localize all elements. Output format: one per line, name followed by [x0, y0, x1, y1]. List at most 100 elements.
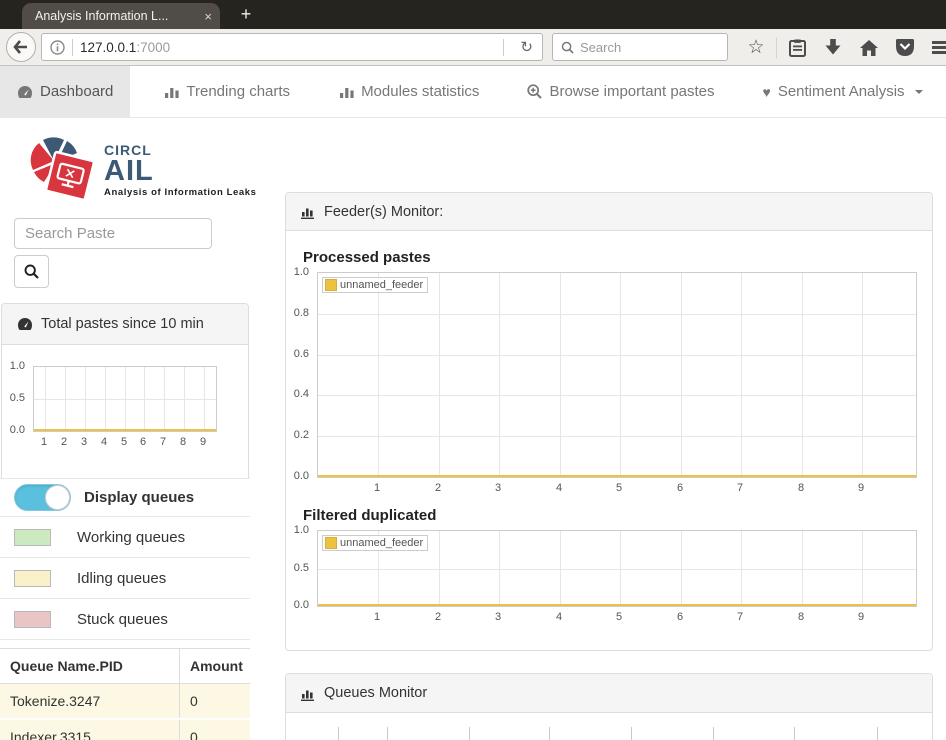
main-content: Feeder(s) Monitor: Processed pastes 0.0 0…	[285, 118, 933, 740]
plot-area	[33, 366, 217, 432]
site-info-icon[interactable]	[50, 39, 65, 55]
pocket-icon	[896, 39, 914, 56]
bar-chart-icon	[301, 208, 314, 219]
nav-label: Browse important pastes	[549, 83, 715, 100]
filtered-duplicated-chart: 0.0 0.5 1.0 unnamed_feeder 123456789	[293, 524, 917, 627]
total-pastes-chart: 0.0 0.5 1.0 123456789	[2, 360, 248, 452]
sidebar: CIRCL AIL Analysis of Information Leaks …	[0, 118, 256, 740]
legend-label: Working queues	[77, 528, 186, 546]
bar-chart-icon	[340, 88, 354, 98]
pocket-button[interactable]	[893, 36, 917, 60]
ail-logo: CIRCL AIL Analysis of Information Leaks	[26, 136, 257, 204]
nav-item-trending-charts[interactable]: Trending charts	[148, 66, 307, 117]
table-row[interactable]: Tokenize.3247 0	[0, 684, 250, 720]
queues-monitor-header: Queues Monitor	[286, 674, 932, 713]
plot-area: unnamed_feeder	[317, 530, 917, 607]
paste-search-button[interactable]	[14, 255, 49, 288]
chart-title: Filtered duplicated	[303, 507, 437, 524]
clipboard-icon	[788, 39, 806, 57]
nav-item-modules-statistics[interactable]: Modules statistics	[323, 66, 496, 117]
panel-title: Feeder(s) Monitor:	[324, 203, 444, 220]
back-arrow-icon	[13, 40, 27, 54]
queue-table-header: Queue Name.PID Amount	[0, 649, 250, 684]
legend-label: Stuck queues	[77, 610, 168, 628]
url-bar[interactable]: 127.0.0.1:7000 ↻	[41, 33, 543, 61]
legend-row-idling: Idling queues	[0, 558, 250, 599]
hamburger-icon	[932, 41, 946, 54]
url-port-text: :7000	[136, 39, 171, 55]
total-pastes-panel-header: Total pastes since 10 min	[2, 304, 248, 345]
url-text[interactable]: 127.0.0.1	[80, 40, 136, 55]
bar-chart-icon	[165, 88, 179, 98]
column-header-queue-name: Queue Name.PID	[0, 649, 180, 683]
site-navbar: Dashboard Trending charts Modules statis…	[0, 66, 946, 118]
queues-monitor-body	[286, 713, 932, 740]
nav-item-sentiment-analysis[interactable]: ♥ Sentiment Analysis	[746, 66, 940, 117]
queues-display-block: Display queues Working queues Idling que…	[0, 478, 250, 640]
browser-tab-bar: Analysis Information L... × +	[0, 0, 946, 29]
paste-search-input[interactable]	[14, 218, 212, 249]
logo-brand-main: AIL	[104, 155, 154, 187]
logo-tagline: Analysis of Information Leaks	[104, 187, 257, 198]
search-placeholder: Search	[580, 39, 622, 55]
back-button[interactable]	[6, 32, 36, 62]
nav-item-browse-important-pastes[interactable]: Browse important pastes	[510, 66, 731, 117]
star-icon: ☆	[747, 37, 765, 58]
x-axis-labels: 123456789	[373, 611, 865, 623]
feeder-monitor-header: Feeder(s) Monitor:	[286, 193, 932, 231]
chart-title: Processed pastes	[303, 249, 431, 266]
legend-label: Idling queues	[77, 569, 167, 587]
heart-icon: ♥	[762, 83, 771, 100]
ail-logo-icon	[30, 137, 96, 202]
urlbar-separator	[72, 38, 73, 56]
dashboard-gauge-icon	[18, 85, 32, 98]
toggle-knob	[45, 485, 70, 510]
nav-label: Modules statistics	[361, 83, 480, 100]
chart-legend: unnamed_feeder	[322, 535, 429, 551]
y-axis-labels: 0.0 0.5 1.0	[293, 524, 309, 611]
menu-button[interactable]	[929, 36, 946, 60]
working-queues-swatch	[14, 528, 51, 546]
browser-search-box[interactable]: Search	[552, 33, 728, 61]
feeder-monitor-panel: Feeder(s) Monitor: Processed pastes 0.0 0…	[285, 192, 933, 651]
y-axis-labels: 0.0 0.2 0.4 0.6 0.8 1.0	[293, 266, 309, 482]
bookmark-star-button[interactable]: ☆	[744, 36, 768, 60]
reload-icon[interactable]: ↻	[511, 38, 542, 56]
panel-title: Total pastes since 10 min	[41, 316, 204, 332]
display-queues-toggle[interactable]	[14, 484, 71, 511]
idling-queues-swatch	[14, 569, 51, 587]
column-header-amount: Amount	[190, 658, 243, 674]
search-plus-icon	[527, 84, 543, 99]
table-row[interactable]: Indexer.3315 0	[0, 720, 250, 740]
nav-label: Sentiment Analysis	[777, 83, 905, 100]
queue-name-cell: Indexer.3315	[0, 720, 180, 740]
x-axis-labels: 123456789	[40, 436, 207, 448]
nav-label: Dashboard	[40, 83, 114, 100]
nav-item-dashboard[interactable]: Dashboard	[0, 66, 131, 117]
downloads-button[interactable]	[821, 36, 845, 60]
toolbar-separator	[776, 37, 777, 58]
browser-toolbar: 127.0.0.1:7000 ↻ Search ☆	[0, 29, 946, 66]
tab-close-icon[interactable]: ×	[198, 10, 212, 23]
dashboard-gauge-icon	[18, 318, 32, 330]
x-axis-labels: 123456789	[373, 482, 865, 494]
legend-row-working: Working queues	[0, 517, 250, 558]
processed-pastes-chart: 0.0 0.2 0.4 0.6 0.8 1.0 unnamed_feeder 123456…	[293, 266, 917, 498]
search-icon	[561, 41, 574, 54]
toolbar-buttons: ☆	[738, 29, 946, 66]
chevron-down-icon	[914, 89, 923, 94]
display-queues-row: Display queues	[0, 478, 250, 517]
plot-area: unnamed_feeder	[317, 272, 917, 478]
download-arrow-icon	[825, 39, 841, 55]
bookmarks-menu-button[interactable]	[785, 36, 809, 60]
queues-monitor-panel: Queues Monitor	[285, 673, 933, 740]
queue-amount-cell: 0	[190, 693, 198, 709]
y-axis-labels: 0.0 0.5 1.0	[9, 360, 25, 436]
browser-tab[interactable]: Analysis Information L... ×	[22, 3, 220, 29]
new-tab-button[interactable]: +	[232, 4, 260, 26]
chart-legend: unnamed_feeder	[322, 277, 429, 293]
home-button[interactable]	[857, 36, 881, 60]
nav-label: Trending charts	[186, 83, 291, 100]
panel-title: Queues Monitor	[324, 685, 428, 701]
search-icon	[24, 264, 39, 279]
